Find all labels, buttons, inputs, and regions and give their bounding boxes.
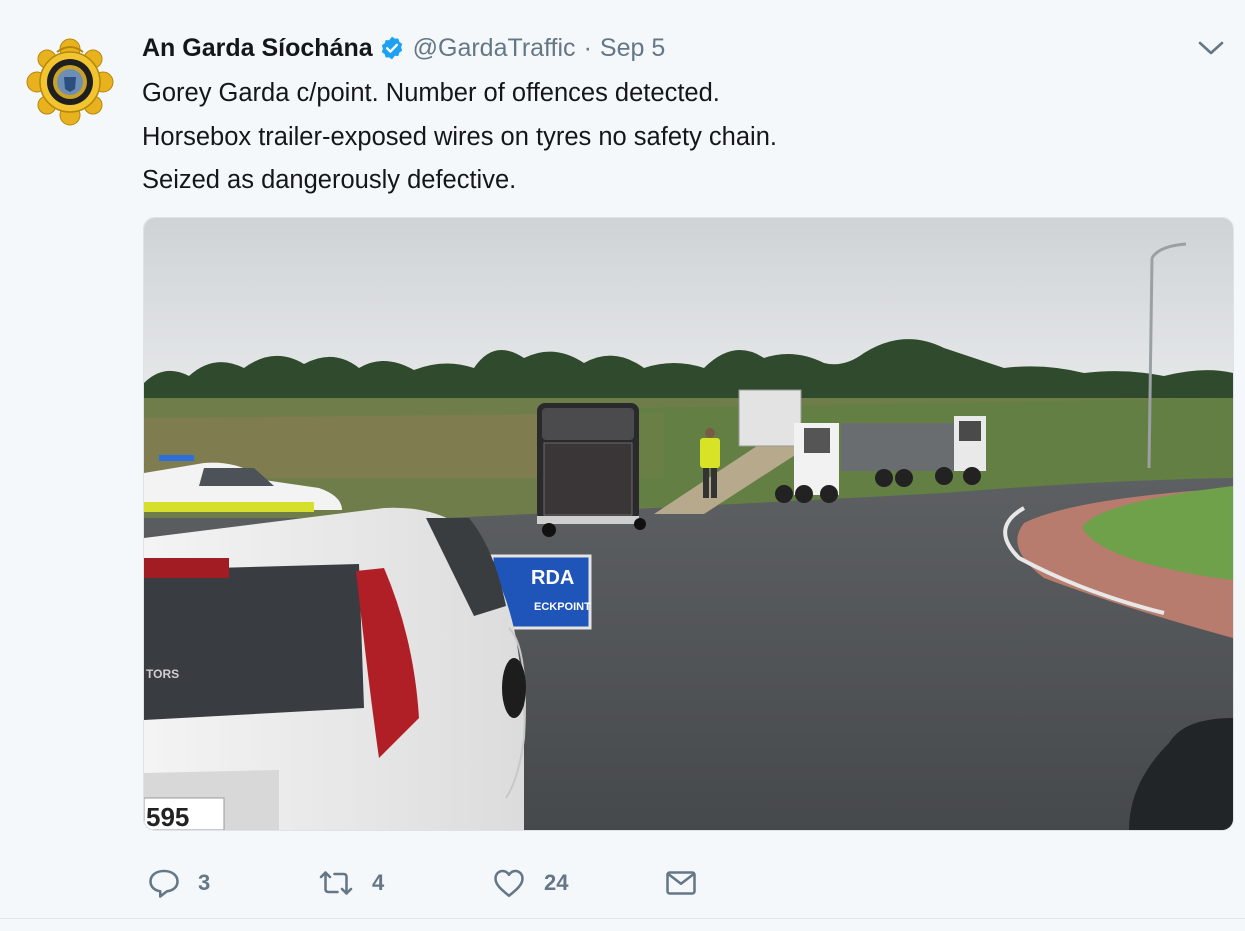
heart-icon bbox=[490, 865, 528, 901]
reply-count: 3 bbox=[198, 870, 211, 895]
envelope-icon bbox=[662, 865, 700, 901]
plate-text: 595 bbox=[146, 802, 189, 830]
separator-dot: · bbox=[583, 33, 592, 62]
tweet-text: Gorey Garda c/point. Number of offences … bbox=[142, 72, 1202, 203]
dealer-badge: TORS bbox=[146, 667, 179, 681]
reply-button[interactable]: 3 bbox=[146, 860, 210, 906]
reply-icon bbox=[146, 865, 182, 901]
sign-text: RDA bbox=[531, 567, 574, 589]
author-handle[interactable]: @GardaTraffic bbox=[413, 34, 576, 63]
garda-badge-icon[interactable] bbox=[24, 36, 116, 128]
sign-subtext: ECKPOINT bbox=[534, 601, 591, 613]
like-count: 24 bbox=[544, 870, 569, 895]
horsebox-trailer bbox=[537, 403, 646, 537]
direct-message-button[interactable] bbox=[662, 860, 700, 906]
foreground-car: 595 TORS bbox=[144, 507, 526, 830]
tweet-photo[interactable]: RDA ECKPOINT 595 TORS bbox=[143, 217, 1234, 831]
chevron-down-icon[interactable] bbox=[1197, 36, 1225, 60]
verified-badge-icon bbox=[379, 35, 405, 61]
like-button[interactable]: 24 bbox=[490, 860, 568, 906]
retweet-icon bbox=[316, 865, 356, 901]
retweet-button[interactable]: 4 bbox=[316, 860, 384, 906]
author-name[interactable]: An Garda Síochána bbox=[142, 34, 373, 63]
tweet-date[interactable]: Sep 5 bbox=[600, 34, 665, 63]
tweet-text-line: Seized as dangerously defective. bbox=[142, 166, 517, 194]
tweet-actions: 3 4 24 bbox=[146, 860, 746, 906]
tweet-text-line: Gorey Garda c/point. Number of offences … bbox=[142, 79, 720, 107]
tweet-header: An Garda Síochána @GardaTraffic · Sep 5 bbox=[142, 28, 665, 68]
retweet-count: 4 bbox=[372, 870, 385, 895]
tweet-card[interactable]: An Garda Síochána @GardaTraffic · Sep 5 … bbox=[0, 0, 1245, 919]
tweet-text-line: Horsebox trailer-exposed wires on tyres … bbox=[142, 122, 777, 151]
